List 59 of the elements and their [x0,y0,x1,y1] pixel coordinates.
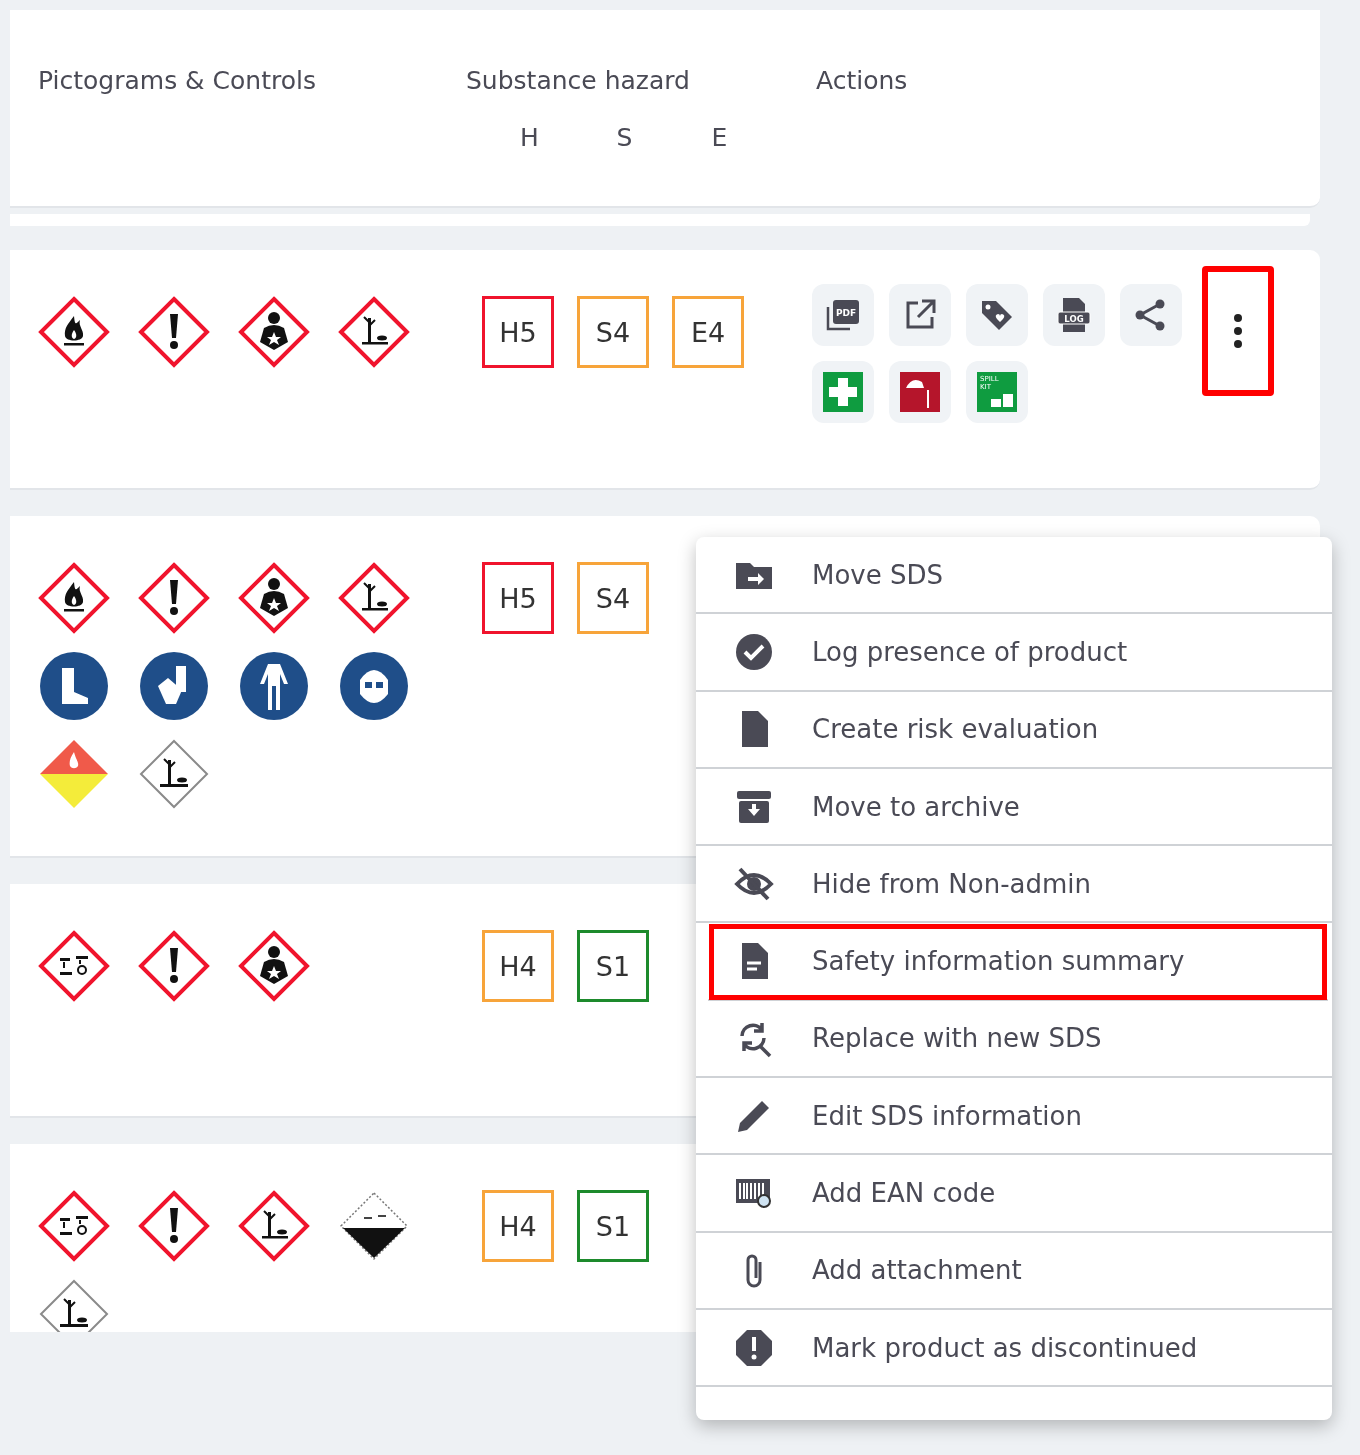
respirator-icon [338,650,410,722]
health-hazard-icon [238,296,310,368]
menu-item[interactable]: Safety information summary [708,923,1328,1001]
hazard-level: S4 [577,562,649,634]
flame-hazard-icon [38,562,110,634]
column-header: Substance hazard [466,66,690,95]
menu-item[interactable]: Mark product as discontinued [696,1309,1332,1388]
environment-hazard-icon [238,1190,310,1262]
hazard-level: S1 [577,1190,649,1262]
environment-hazard-icon [338,296,410,368]
menu-item[interactable]: Replace with new SDS [696,1000,1332,1079]
menu-item[interactable]: Create risk evaluation [696,691,1332,769]
log-button[interactable]: LOG [1043,284,1105,346]
more-options-button[interactable] [1202,266,1274,396]
corrosion-hazard-icon [38,1190,110,1262]
hazard-level: H4 [482,1190,554,1262]
environment-placard-icon [138,738,210,810]
hazard-level: H5 [482,296,554,368]
menu-item[interactable]: Move SDS [696,537,1332,615]
menu-item[interactable]: Add attachment [696,1232,1332,1310]
external-button[interactable] [889,284,951,346]
column-header: Actions [816,66,908,95]
hazard-level: S4 [577,296,649,368]
health-hazard-icon [238,562,310,634]
flame-hazard-icon [38,296,110,368]
alert-octagon-icon [734,1327,774,1368]
environment-hazard-icon [338,562,410,634]
column-header: Pictograms & Controls [38,66,316,95]
hazard-level: E4 [672,296,744,368]
hazard-level: H5 [482,562,554,634]
menu-item[interactable]: Add EAN code [696,1155,1332,1233]
health-hazard-icon [238,930,310,1002]
tag-button[interactable] [966,284,1028,346]
hazard-level: S1 [577,930,649,1002]
fire-blanket-button[interactable] [889,361,951,423]
fire-blanket-icon [900,372,940,412]
menu-item[interactable]: Hide from Non-admin [696,846,1332,924]
exclamation-hazard-icon [138,296,210,368]
menu-item[interactable]: Log presence of product [696,614,1332,692]
first-aid-button[interactable] [812,361,874,423]
flammable-placard-icon [38,738,110,810]
sub-column-header: E [710,123,729,152]
sub-column-header: S [615,123,634,152]
sub-column-header: H [519,123,540,152]
corrosive-placard-icon [338,1190,410,1262]
menu-item[interactable]: Move to archive [696,768,1332,847]
boots-icon [38,650,110,722]
gloves-icon [138,650,210,722]
exclamation-hazard-icon [138,930,210,1002]
pdf-button[interactable]: PDF [812,284,874,346]
first-aid-icon [823,372,863,412]
exclamation-hazard-icon [138,1190,210,1262]
share-button[interactable] [1120,284,1182,346]
menu-item[interactable]: Edit SDS information [696,1078,1332,1156]
corrosion-hazard-icon [38,930,110,1002]
check-circle-icon [734,631,774,672]
hazard-level: H4 [482,930,554,1002]
exclamation-hazard-icon [138,562,210,634]
coverall-icon [238,650,310,722]
